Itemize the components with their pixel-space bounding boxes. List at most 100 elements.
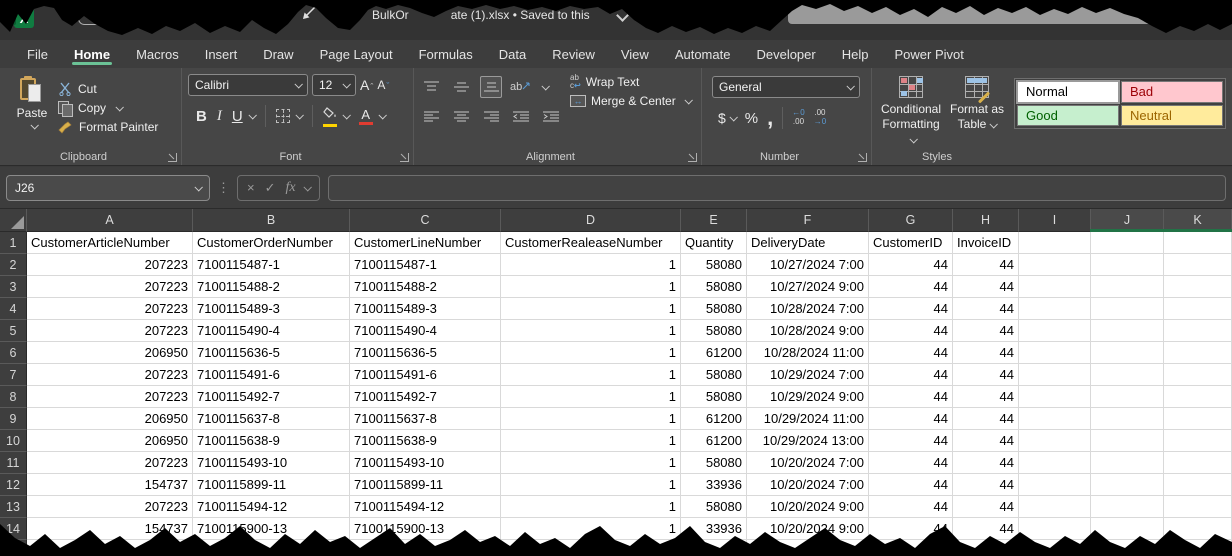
cell-style-normal[interactable]: Normal (1017, 81, 1119, 103)
cell-D5[interactable]: 1 (501, 320, 681, 342)
column-header-G[interactable]: G (869, 209, 953, 232)
cell-E12[interactable]: 33936 (681, 474, 747, 496)
cell-H15[interactable] (953, 540, 1019, 556)
formula-bar-splitter[interactable]: ⋮ (217, 180, 230, 196)
function-chevron-icon[interactable] (303, 183, 311, 191)
cell-K5[interactable] (1164, 320, 1232, 342)
cell-J1[interactable] (1091, 232, 1164, 254)
tab-data[interactable]: Data (486, 40, 539, 68)
row-header-10[interactable]: 10 (0, 430, 27, 452)
cell-H9[interactable]: 44 (953, 408, 1019, 430)
cell-I1[interactable] (1019, 232, 1091, 254)
cell-J15[interactable] (1091, 540, 1164, 556)
column-header-E[interactable]: E (681, 209, 747, 232)
cell-B14[interactable]: 7100115900-13 (193, 518, 350, 540)
increase-indent-button[interactable] (540, 106, 562, 128)
cell-I6[interactable] (1019, 342, 1091, 364)
paste-button[interactable]: Paste (6, 74, 58, 147)
format-as-table-button[interactable]: Format as Table (944, 74, 1010, 147)
tab-formulas[interactable]: Formulas (406, 40, 486, 68)
row-header-13[interactable]: 13 (0, 496, 27, 518)
cell-F4[interactable]: 10/28/2024 7:00 (747, 298, 869, 320)
bold-button[interactable]: B (196, 108, 207, 125)
cell-F13[interactable]: 10/20/2024 9:00 (747, 496, 869, 518)
row-header-4[interactable]: 4 (0, 298, 27, 320)
cell-H10[interactable]: 44 (953, 430, 1019, 452)
cell-D6[interactable]: 1 (501, 342, 681, 364)
font-dialog-launcher[interactable] (400, 153, 409, 162)
cell-G4[interactable]: 44 (869, 298, 953, 320)
search-box[interactable] (788, 2, 1160, 24)
cell-B15[interactable] (193, 540, 350, 556)
currency-chevron-icon[interactable] (729, 113, 737, 121)
cell-B1[interactable]: CustomerOrderNumber (193, 232, 350, 254)
cell-A4[interactable]: 207223 (27, 298, 193, 320)
cell-G2[interactable]: 44 (869, 254, 953, 276)
cell-K11[interactable] (1164, 452, 1232, 474)
cell-K6[interactable] (1164, 342, 1232, 364)
align-center-button[interactable] (450, 106, 472, 128)
cell-E5[interactable]: 58080 (681, 320, 747, 342)
cell-E4[interactable]: 58080 (681, 298, 747, 320)
cell-F9[interactable]: 10/29/2024 11:00 (747, 408, 869, 430)
merge-center-button[interactable]: ↔ Merge & Center (570, 94, 691, 108)
cell-I10[interactable] (1019, 430, 1091, 452)
format-painter-button[interactable]: Format Painter (58, 120, 158, 134)
cell-I9[interactable] (1019, 408, 1091, 430)
font-size-combo[interactable]: 12 (312, 74, 356, 96)
align-right-button[interactable] (480, 106, 502, 128)
tab-macros[interactable]: Macros (123, 40, 192, 68)
copy-button[interactable]: Copy (58, 101, 158, 115)
cell-B3[interactable]: 7100115488-2 (193, 276, 350, 298)
tab-file[interactable]: File (14, 40, 61, 68)
cell-D13[interactable]: 1 (501, 496, 681, 518)
wrap-text-button[interactable]: abc↩ Wrap Text (570, 74, 691, 90)
italic-button[interactable]: I (217, 108, 222, 125)
row-header-11[interactable]: 11 (0, 452, 27, 474)
cell-G3[interactable]: 44 (869, 276, 953, 298)
column-header-B[interactable]: B (193, 209, 350, 232)
cell-A5[interactable]: 207223 (27, 320, 193, 342)
cell-A10[interactable]: 206950 (27, 430, 193, 452)
underline-chevron-icon[interactable] (248, 111, 256, 119)
cell-C2[interactable]: 7100115487-1 (350, 254, 501, 276)
cell-I15[interactable] (1019, 540, 1091, 556)
cell-C8[interactable]: 7100115492-7 (350, 386, 501, 408)
cell-A14[interactable]: 154737 (27, 518, 193, 540)
cell-I4[interactable] (1019, 298, 1091, 320)
cell-D14[interactable]: 1 (501, 518, 681, 540)
currency-button[interactable]: $ (718, 110, 726, 126)
percent-button[interactable]: % (745, 110, 758, 127)
cell-H6[interactable]: 44 (953, 342, 1019, 364)
cell-I11[interactable] (1019, 452, 1091, 474)
cell-I8[interactable] (1019, 386, 1091, 408)
cell-style-good[interactable]: Good (1017, 105, 1119, 127)
tab-automate[interactable]: Automate (662, 40, 744, 68)
cell-H11[interactable]: 44 (953, 452, 1019, 474)
cell-H3[interactable]: 44 (953, 276, 1019, 298)
row-header-3[interactable]: 3 (0, 276, 27, 298)
increase-font-size-button[interactable]: Aˆ (360, 77, 373, 93)
cell-B9[interactable]: 7100115637-8 (193, 408, 350, 430)
cell-H7[interactable]: 44 (953, 364, 1019, 386)
insert-function-button[interactable]: fx (286, 180, 296, 196)
cell-K10[interactable] (1164, 430, 1232, 452)
tab-insert[interactable]: Insert (192, 40, 251, 68)
column-header-I[interactable]: I (1019, 209, 1091, 232)
borders-button[interactable] (276, 109, 290, 123)
column-header-K[interactable]: K (1164, 209, 1232, 232)
cell-G8[interactable]: 44 (869, 386, 953, 408)
cell-A11[interactable]: 207223 (27, 452, 193, 474)
row-header-5[interactable]: 5 (0, 320, 27, 342)
cell-K8[interactable] (1164, 386, 1232, 408)
decrease-decimal-button[interactable]: .00→0 (814, 109, 826, 127)
cell-G12[interactable]: 44 (869, 474, 953, 496)
top-align-button[interactable] (420, 76, 442, 98)
cell-C3[interactable]: 7100115488-2 (350, 276, 501, 298)
cell-F5[interactable]: 10/28/2024 9:00 (747, 320, 869, 342)
confirm-entry-button[interactable]: ✓ (265, 180, 276, 196)
fill-color-chevron-icon[interactable] (342, 111, 350, 119)
cell-K14[interactable] (1164, 518, 1232, 540)
row-header-7[interactable]: 7 (0, 364, 27, 386)
borders-chevron-icon[interactable] (295, 111, 303, 119)
